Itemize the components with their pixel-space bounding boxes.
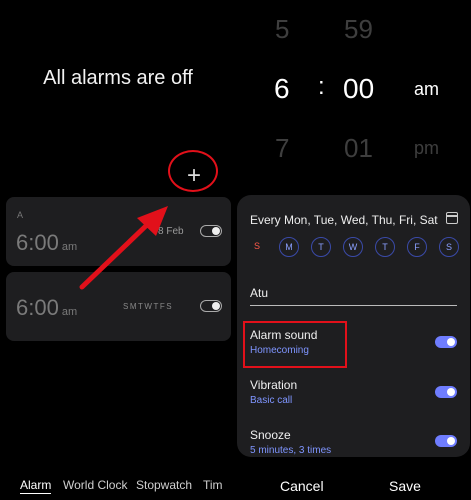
snooze-toggle[interactable] xyxy=(435,435,457,447)
save-button[interactable]: Save xyxy=(389,478,421,494)
hour-selected[interactable]: 6 xyxy=(274,73,290,105)
alarm-name-input[interactable]: Atu xyxy=(250,286,457,306)
alarms-status-title: All alarms are off xyxy=(43,67,193,89)
option-title: Vibration xyxy=(250,378,298,392)
alarm-date: 8 Feb xyxy=(158,226,184,237)
minute-selected[interactable]: 00 xyxy=(343,73,374,105)
period-selected[interactable]: am xyxy=(414,79,439,100)
alarm-editor-panel: 5 6 7 : 59 00 01 am pm Every Mon, Tue, W… xyxy=(236,0,471,500)
alarm-sound-toggle[interactable] xyxy=(435,336,457,348)
alarm-toggle[interactable] xyxy=(200,300,222,312)
alarm-card[interactable]: A 6:00 am 8 Feb xyxy=(6,197,231,266)
snooze-option[interactable]: Snooze 5 minutes, 3 times xyxy=(250,428,331,456)
annotation-box xyxy=(243,321,347,368)
alarm-list-panel: All alarms are off + A 6:00 am 8 Feb 6:00… xyxy=(0,0,236,500)
option-subtitle: Basic call xyxy=(250,395,293,406)
day-toggle-thu[interactable]: T xyxy=(375,237,395,257)
tab-stopwatch[interactable]: Stopwatch xyxy=(136,478,192,492)
cancel-button[interactable]: Cancel xyxy=(280,478,324,494)
time-separator: : xyxy=(318,73,325,100)
alarm-repeat-days: SMTWTFS xyxy=(123,302,174,311)
alarm-time: 6:00 am xyxy=(16,295,78,320)
alarm-ampm: am xyxy=(61,306,78,318)
alarm-card[interactable]: 6:00 am SMTWTFS xyxy=(6,272,231,341)
vibration-toggle[interactable] xyxy=(435,386,457,398)
day-toggle-sun[interactable]: S xyxy=(247,237,267,257)
day-toggle-fri[interactable]: F xyxy=(407,237,427,257)
vibration-option[interactable]: Vibration Basic call xyxy=(250,378,297,406)
bottom-tab-bar: Alarm World Clock Stopwatch Tim xyxy=(0,478,236,496)
annotation-circle xyxy=(168,150,218,192)
tab-timer[interactable]: Tim xyxy=(203,478,223,492)
day-toggle-sat[interactable]: S xyxy=(439,237,459,257)
repeat-summary: Every Mon, Tue, Wed, Thu, Fri, Sat xyxy=(250,213,438,227)
day-toggle-tue[interactable]: T xyxy=(311,237,331,257)
minute-prev[interactable]: 59 xyxy=(344,14,373,45)
hour-prev[interactable]: 5 xyxy=(275,14,289,45)
alarm-ampm: am xyxy=(61,241,78,253)
hour-next[interactable]: 7 xyxy=(275,133,289,164)
alarm-label: A xyxy=(17,210,24,220)
tab-alarm[interactable]: Alarm xyxy=(20,478,52,494)
tab-world-clock[interactable]: World Clock xyxy=(63,478,127,492)
day-toggle-mon[interactable]: M xyxy=(279,237,299,257)
option-title: Snooze xyxy=(250,428,291,442)
calendar-icon[interactable] xyxy=(446,212,458,224)
period-alt[interactable]: pm xyxy=(414,138,439,159)
option-subtitle: 5 minutes, 3 times xyxy=(250,445,332,456)
minute-next[interactable]: 01 xyxy=(344,133,373,164)
alarm-settings-sheet: Every Mon, Tue, Wed, Thu, Fri, Sat S M T… xyxy=(237,195,470,457)
alarm-time: 6:00 am xyxy=(16,230,78,255)
alarm-toggle[interactable] xyxy=(200,225,222,237)
day-toggle-wed[interactable]: W xyxy=(343,237,363,257)
